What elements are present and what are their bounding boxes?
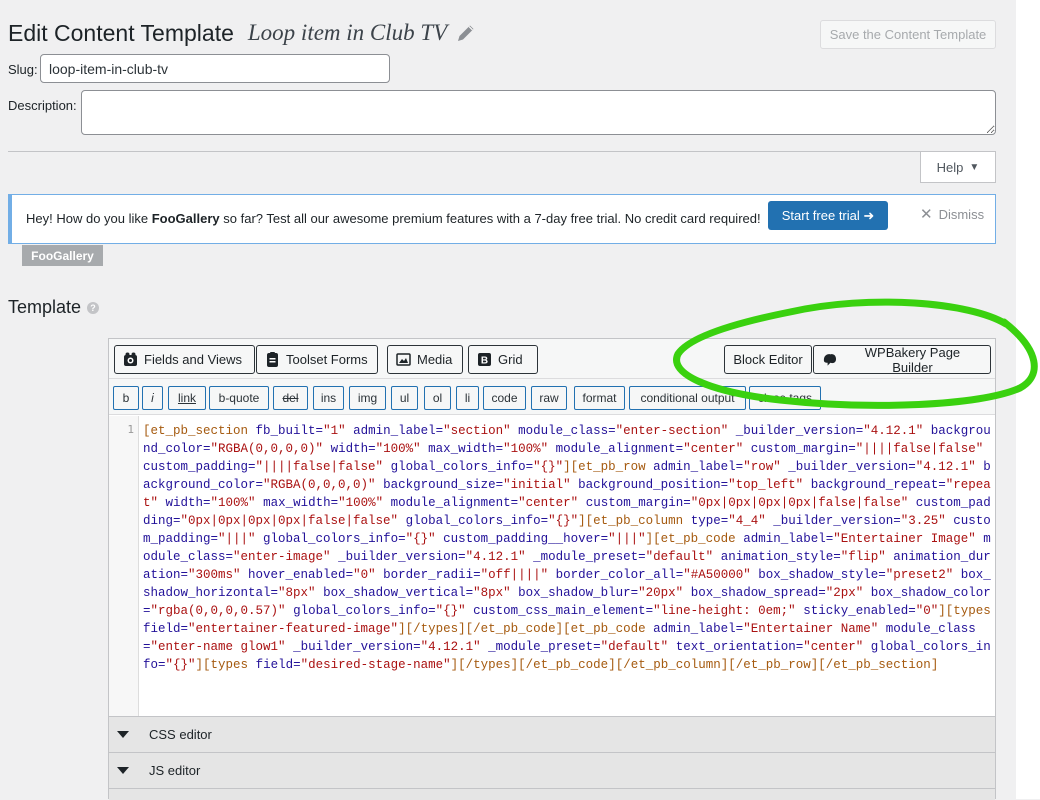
quicktag-code[interactable]: code xyxy=(483,386,526,410)
save-content-template-button[interactable]: Save the Content Template xyxy=(820,20,996,49)
foogallery-notice: Hey! How do you like FooGallery so far? … xyxy=(8,194,996,244)
media-label: Media xyxy=(417,352,453,367)
grid-button[interactable]: B Grid xyxy=(468,345,538,374)
template-heading: Template ? xyxy=(8,297,100,318)
page-title: Edit Content Template xyxy=(8,19,234,46)
notice-prefix: Hey! How do you like xyxy=(26,211,152,226)
title-row: Edit Content Template Loop item in Club … xyxy=(8,16,477,50)
slug-label: Slug: xyxy=(8,62,38,77)
js-editor-label: JS editor xyxy=(149,763,201,778)
triangle-down-icon xyxy=(117,731,129,738)
description-label: Description: xyxy=(8,98,77,113)
close-icon: ✕ xyxy=(920,206,933,223)
line-number-gutter: 1 xyxy=(109,416,139,716)
right-edge-strip xyxy=(1016,0,1040,799)
help-button[interactable]: Help ▼ xyxy=(920,152,996,183)
js-editor-toggle[interactable]: JS editor xyxy=(109,752,995,788)
quicktag-link[interactable]: link xyxy=(168,386,206,410)
slug-input[interactable] xyxy=(40,54,390,83)
quicktag-ul[interactable]: ul xyxy=(391,386,418,410)
quicktag-b[interactable]: b xyxy=(113,386,139,410)
quicktag-del[interactable]: del xyxy=(273,386,308,410)
quicktag-conditional-output[interactable]: conditional output xyxy=(629,386,746,410)
start-free-trial-button[interactable]: Start free trial ➜ xyxy=(768,201,888,230)
quicktag-raw[interactable]: raw xyxy=(531,386,567,410)
grid-label: Grid xyxy=(498,352,523,367)
notice-brand: FooGallery xyxy=(151,211,220,226)
description-input[interactable] xyxy=(81,90,996,135)
pencil-icon[interactable] xyxy=(455,22,477,44)
next-panel-toggle xyxy=(109,788,995,800)
svg-text:B: B xyxy=(481,356,488,367)
quicktag-format[interactable]: format xyxy=(574,386,625,410)
block-editor-button[interactable]: Block Editor xyxy=(724,345,812,374)
media-button[interactable]: Media xyxy=(387,345,463,374)
quicktag-li[interactable]: li xyxy=(456,386,479,410)
toolset-forms-icon xyxy=(267,352,278,367)
dismiss-label: Dismiss xyxy=(938,206,985,222)
notice-suffix: so far? Test all our awesome premium fea… xyxy=(219,211,761,226)
quicktag-i[interactable]: i xyxy=(142,386,163,410)
quicktags-toolbar: b i link b-quote del ins img ul ol li co… xyxy=(109,379,995,415)
grid-icon: B xyxy=(478,353,491,367)
notice-text: Hey! How do you like FooGallery so far? … xyxy=(26,211,761,226)
triangle-down-icon xyxy=(117,767,129,774)
line-number: 1 xyxy=(127,423,134,436)
code-editor[interactable]: 1 [et_pb_section fb_built="1" admin_labe… xyxy=(109,416,995,716)
toolset-forms-label: Toolset Forms xyxy=(286,352,368,367)
quicktag-b-quote[interactable]: b-quote xyxy=(209,386,269,410)
template-code[interactable]: [et_pb_section fb_built="1" admin_label=… xyxy=(143,422,991,674)
css-editor-label: CSS editor xyxy=(149,727,212,742)
media-icon xyxy=(396,353,411,366)
quicktag-ol[interactable]: ol xyxy=(424,386,451,410)
help-info-icon[interactable]: ? xyxy=(87,301,100,314)
divider xyxy=(8,151,996,152)
quicktag-close-tags[interactable]: close tags xyxy=(749,386,821,410)
fields-and-views-label: Fields and Views xyxy=(144,352,243,367)
toolset-forms-button[interactable]: Toolset Forms xyxy=(256,345,378,374)
caret-down-icon: ▼ xyxy=(969,161,980,173)
dismiss-button[interactable]: ✕ Dismiss xyxy=(920,205,984,223)
template-heading-label: Template xyxy=(8,297,82,317)
help-label: Help xyxy=(936,159,964,175)
wpbakery-page-builder-button[interactable]: WPBakery Page Builder xyxy=(813,344,991,375)
fields-and-views-button[interactable]: Fields and Views xyxy=(114,345,255,374)
template-name: Loop item in Club TV xyxy=(247,20,448,45)
editor-toolbar: Fields and Views Toolset Forms Media B G… xyxy=(109,339,995,379)
quicktag-ins[interactable]: ins xyxy=(313,386,344,410)
template-editor: Fields and Views Toolset Forms Media B G… xyxy=(108,338,996,800)
foogallery-badge: FooGallery xyxy=(22,245,103,266)
block-editor-label: Block Editor xyxy=(733,352,803,367)
wpbakery-icon xyxy=(823,354,837,366)
wpbakery-label: WPBakery Page Builder xyxy=(864,344,961,375)
toolset-views-icon xyxy=(124,352,137,366)
quicktag-img[interactable]: img xyxy=(349,386,386,410)
css-editor-toggle[interactable]: CSS editor xyxy=(109,716,995,752)
